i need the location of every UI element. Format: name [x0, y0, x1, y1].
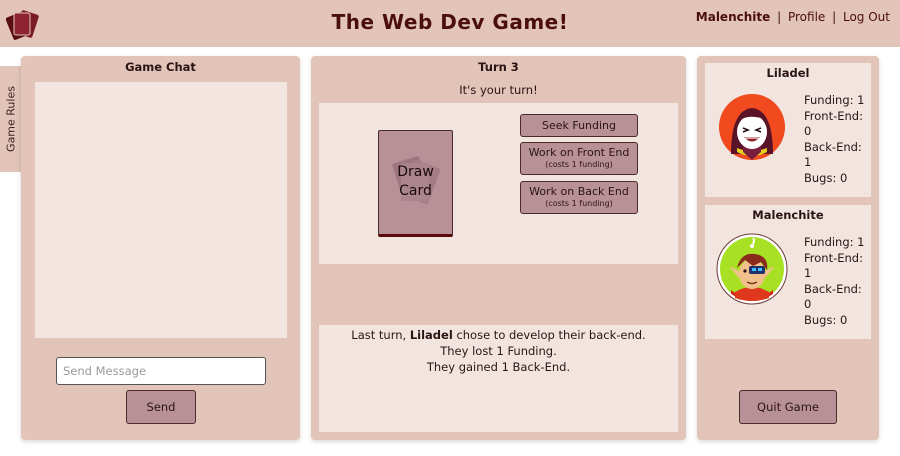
player-card: Liladel Funding: 1 Front-End: 0 Back-End… — [705, 63, 871, 197]
nav-separator: | — [832, 10, 837, 24]
player-avatar-red-hair-icon — [719, 94, 785, 160]
quit-game-button[interactable]: Quit Game — [739, 390, 837, 424]
game-rules-label: Game Rules — [4, 86, 17, 152]
player-stats: Funding: 1 Front-End: 1 Back-End: 0 Bugs… — [804, 235, 865, 327]
turn-label: Turn 3 — [478, 60, 519, 74]
player-name: Liladel — [766, 66, 810, 80]
game-panel: Turn 3 It's your turn! Draw Card Seek Fu… — [311, 56, 686, 440]
back-end-cost: (costs 1 funding) — [545, 199, 613, 208]
chat-message-input[interactable] — [56, 357, 266, 385]
app-header: The Web Dev Game! Malenchite | Profile |… — [0, 0, 900, 47]
front-end-label: Work on Front End — [528, 146, 630, 159]
work-front-end-button[interactable]: Work on Front End (costs 1 funding) — [520, 142, 638, 175]
player-avatar-green-elf-icon — [716, 233, 788, 305]
chat-log[interactable] — [35, 82, 287, 338]
log-line-3: They gained 1 Back-End. — [426, 360, 571, 374]
user-nav: Malenchite | Profile | Log Out — [696, 10, 890, 24]
logout-link[interactable]: Log Out — [843, 10, 890, 24]
profile-link[interactable]: Profile — [788, 10, 825, 24]
send-button[interactable]: Send — [126, 390, 196, 424]
seek-funding-button[interactable]: Seek Funding — [520, 114, 638, 137]
log-player-name: Liladel — [409, 328, 453, 342]
draw-card-deck[interactable]: Draw Card — [378, 130, 453, 237]
back-end-label: Work on Back End — [529, 185, 629, 198]
game-rules-tab[interactable]: Game Rules — [0, 66, 21, 172]
player-name: Malenchite — [752, 208, 824, 222]
player-stats: Funding: 1 Front-End: 0 Back-End: 1 Bugs… — [804, 93, 865, 185]
turn-message: It's your turn! — [459, 83, 538, 97]
turn-log: Last turn, Liladel chose to develop thei… — [319, 325, 678, 432]
game-board: Draw Card Seek Funding Work on Front End… — [319, 103, 678, 264]
nav-separator: | — [777, 10, 782, 24]
player-card: Malenchite Funding: 1 Front-End: 1 Back-… — [705, 205, 871, 339]
work-back-end-button[interactable]: Work on Back End (costs 1 funding) — [520, 181, 638, 214]
draw-card-label: Draw Card — [397, 164, 434, 199]
chat-title: Game Chat — [125, 60, 196, 74]
log-line-1: Last turn, Liladel chose to develop thei… — [351, 328, 646, 342]
chat-panel: Game Chat Send — [21, 56, 300, 440]
players-panel: Liladel Funding: 1 Front-End: 0 Back-End… — [697, 56, 879, 440]
front-end-cost: (costs 1 funding) — [545, 160, 613, 169]
username-link[interactable]: Malenchite — [696, 10, 770, 24]
log-line-2: They lost 1 Funding. — [440, 344, 557, 358]
